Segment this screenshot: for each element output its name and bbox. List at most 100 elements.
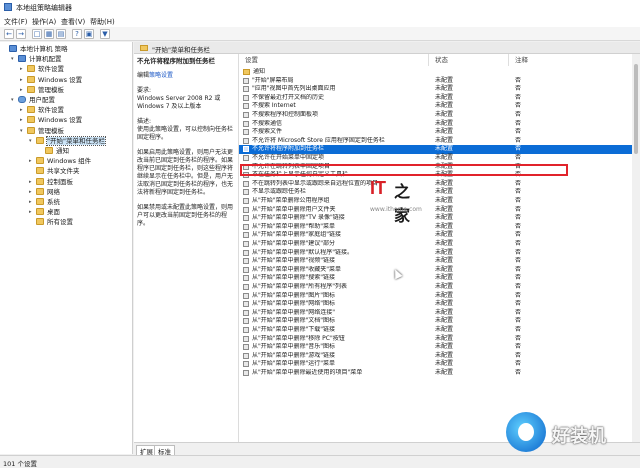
expander-icon[interactable]: ▸ <box>20 115 27 125</box>
setting-row[interactable]: 不显示或跟踪任务栏 未配置 否 <box>239 188 640 197</box>
setting-row[interactable]: 从"开始"菜单中删除"默认程序"链接。 未配置 否 <box>239 249 640 258</box>
setting-row[interactable]: 从"开始"菜单中删除"音乐"图标 未配置 否 <box>239 343 640 352</box>
policy-icon <box>243 232 249 239</box>
column-header-state[interactable]: 状态 <box>429 54 509 66</box>
hzj-name: 好装机 <box>552 426 606 447</box>
tree-item[interactable]: ▾ 用户配置 <box>11 95 55 105</box>
menu-help[interactable]: 帮助(H) <box>90 17 115 27</box>
tree-item[interactable]: 共享文件夹 <box>29 166 80 176</box>
policy-icon <box>243 241 249 247</box>
expander-icon[interactable]: ▸ <box>20 85 27 95</box>
tree-item[interactable]: ▸ Windows 设置 <box>20 75 82 85</box>
setting-name-text: 不搜索程序和控制面板项 <box>252 111 319 118</box>
tree-item[interactable]: ▸ 控制面板 <box>29 177 73 187</box>
up-icon[interactable]: □ <box>32 29 42 39</box>
setting-row[interactable]: "开始"屏幕布局 未配置 否 <box>239 77 640 86</box>
setting-row[interactable]: 从"开始"菜单中删除最近使用的项目"菜单 未配置 否 <box>239 369 640 378</box>
setting-name: 通知 <box>243 68 423 77</box>
column-header-comment[interactable]: 注释 <box>509 54 633 66</box>
expander-icon[interactable]: ▸ <box>29 197 36 207</box>
tree-item-label: Windows 设置 <box>38 116 83 125</box>
setting-name-text: 不允许将 Microsoft Store 应用程序固定到任务栏 <box>252 136 385 144</box>
tree-item[interactable]: ▸ 桌面 <box>29 207 60 217</box>
setting-comment: 否 <box>515 300 522 308</box>
requirements-label: 要求: <box>137 87 152 94</box>
tree-item[interactable]: 本地计算机 策略 <box>2 44 68 54</box>
tree-item[interactable]: ▾ 管理模板 <box>20 126 64 136</box>
tree-item[interactable]: ▸ 软件设置 <box>20 105 64 115</box>
expander-icon[interactable]: ▾ <box>11 54 18 64</box>
menu-view[interactable]: 查看(V) <box>61 17 85 27</box>
scrollbar-thumb[interactable] <box>634 64 638 154</box>
expander-icon[interactable]: ▸ <box>20 64 27 74</box>
tree-item[interactable]: ▸ 网络 <box>29 187 60 197</box>
expander-icon[interactable]: ▾ <box>11 95 18 105</box>
column-header-setting[interactable]: 设置 <box>239 54 429 66</box>
setting-comment: 否 <box>515 76 522 84</box>
tree-item[interactable]: ▸ 系统 <box>29 197 60 207</box>
tree-item[interactable]: ▾ 计算机配置 <box>11 54 62 64</box>
expander-icon[interactable]: ▸ <box>20 75 27 85</box>
setting-state: 未配置 <box>435 291 454 299</box>
expander-icon[interactable]: ▸ <box>29 187 36 197</box>
expander-icon[interactable]: ▸ <box>20 105 27 115</box>
setting-row[interactable]: 从"开始"菜单中删除"所有程序"列表 未配置 否 <box>239 283 640 292</box>
folder-icon <box>140 45 148 51</box>
menu-action[interactable]: 操作(A) <box>32 17 56 27</box>
setting-row[interactable]: 从"开始"菜单中删除"视频"链接 未配置 否 <box>239 257 640 266</box>
setting-row[interactable]: 通知 <box>239 68 640 77</box>
setting-name-text: 从"开始"菜单中删除"建议"部分 <box>252 240 336 247</box>
policy-icon <box>243 249 249 256</box>
back-icon[interactable]: ← <box>4 29 14 39</box>
setting-row[interactable]: "应用"视图中首先列出桌面应用 未配置 否 <box>239 85 640 94</box>
setting-row[interactable]: 从"开始"菜单中删除"图片"图标 未配置 否 <box>239 292 640 301</box>
setting-comment: 否 <box>515 93 522 101</box>
tree-item[interactable]: ▸ 管理模板 <box>20 85 64 95</box>
setting-row[interactable]: 从"开始"菜单中删除"运行"菜单 未配置 否 <box>239 360 640 369</box>
setting-row[interactable]: 从"开始"菜单删除公用程序组 未配置 否 <box>239 197 640 206</box>
expander-icon[interactable]: ▸ <box>29 156 36 166</box>
setting-row[interactable]: 从"开始"菜单中删除"家庭组"链接 未配置 否 <box>239 231 640 240</box>
setting-row[interactable]: 不搜索 Internet 未配置 否 <box>239 102 640 111</box>
setting-state: 未配置 <box>435 360 454 368</box>
tree-item[interactable]: ▾ "开始"菜单和任务栏 <box>29 135 106 146</box>
ithome-url: www.ithome.com <box>370 206 422 213</box>
tree-item[interactable]: ▸ Windows 设置 <box>20 115 82 125</box>
setting-name-text: 从"开始"菜单中删除"运行"菜单 <box>252 360 336 368</box>
setting-row[interactable]: 从"开始"菜单中删除"下载"链接 未配置 否 <box>239 326 640 335</box>
setting-row[interactable]: 从"开始"菜单中删除"TV 录像"链接 未配置 否 <box>239 214 640 223</box>
setting-row[interactable]: 不搜索文件 未配置 否 <box>239 128 640 137</box>
tree-item[interactable]: ▸ Windows 组件 <box>29 156 91 166</box>
expander-icon[interactable]: ▸ <box>29 207 36 217</box>
tree-item[interactable]: 通知 <box>38 146 69 156</box>
expander-icon[interactable]: ▸ <box>29 177 36 187</box>
setting-row[interactable]: 不允许在开始菜单中固定项 未配置 否 <box>239 154 640 163</box>
setting-row[interactable]: 从"开始"菜单中删除"建议"部分 未配置 否 <box>239 240 640 249</box>
setting-row[interactable]: 从"开始"菜单中删除"移除 PC"按钮 未配置 否 <box>239 335 640 344</box>
filter-icon[interactable]: ▼ <box>100 29 110 39</box>
vertical-scrollbar[interactable] <box>632 54 640 442</box>
setting-comment: 否 <box>515 154 522 161</box>
expander-icon[interactable]: ▾ <box>20 126 27 136</box>
help-icon[interactable]: ? <box>72 29 82 39</box>
tree-item[interactable]: 所有设置 <box>29 217 73 227</box>
setting-row[interactable]: 从"开始"菜单中删除"文档"图标 未配置 否 <box>239 317 640 326</box>
setting-name-text: 不搜索 Internet <box>252 102 296 110</box>
setting-row[interactable]: 不搜索程序和控制面板项 未配置 否 <box>239 111 640 120</box>
show-hide-tree-icon[interactable]: ▦ <box>44 29 54 39</box>
setting-row[interactable]: 从"开始"菜单中删除"搜索"链接 未配置 否 <box>239 274 640 283</box>
tree-item-label: 用户配置 <box>29 96 55 104</box>
menu-file[interactable]: 文件(F) <box>4 17 28 27</box>
policy-icon <box>243 198 249 204</box>
setting-comment: 否 <box>515 102 522 110</box>
setting-row[interactable]: 从"开始"菜单中删除"网络"图标 未配置 否 <box>239 300 640 309</box>
setting-row[interactable]: 不搜索通信 未配置 否 <box>239 120 640 129</box>
expander-icon[interactable]: ▾ <box>29 136 36 146</box>
edit-policy-link[interactable]: 策略设置 <box>149 72 173 79</box>
setting-row[interactable]: 不允许将程序附加到任务栏 未配置 否 <box>239 145 640 154</box>
properties-icon[interactable]: ▣ <box>84 29 94 39</box>
tree-item[interactable]: ▸ 软件设置 <box>20 64 64 74</box>
setting-row[interactable]: 从"开始"菜单中删除用户文件夹 未配置 否 <box>239 206 640 215</box>
forward-icon[interactable]: → <box>16 29 26 39</box>
export-icon[interactable]: ▤ <box>56 29 66 39</box>
